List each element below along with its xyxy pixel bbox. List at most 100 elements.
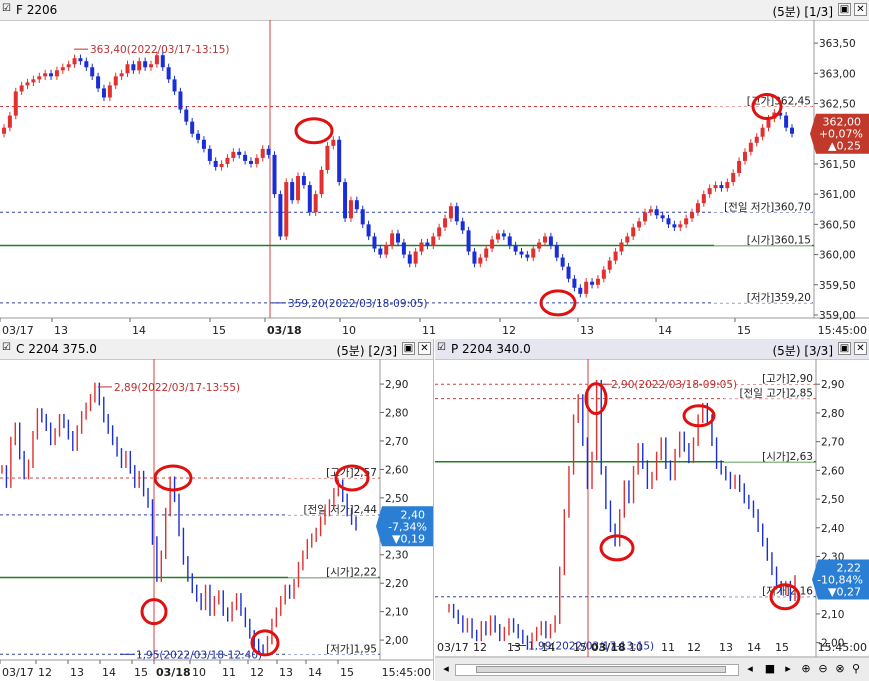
candle-body bbox=[548, 236, 553, 246]
candle-body bbox=[354, 200, 359, 210]
scroll-left-icon[interactable]: ◂ bbox=[439, 662, 453, 676]
reference-label: [시가]2,63 bbox=[762, 451, 813, 463]
search-icon[interactable]: ⚲ bbox=[849, 662, 863, 676]
candle-body bbox=[231, 151, 236, 158]
maximize-icon[interactable]: ▣ bbox=[402, 342, 415, 355]
x-tick-label: 13 bbox=[54, 324, 68, 337]
candle-body bbox=[149, 64, 154, 68]
x-tick-label: 14 bbox=[747, 641, 761, 654]
chart-scroll-toolbar: ◂ ◂ ■ ▸ ⊕ ⊖ ⊗ ⚲ bbox=[435, 657, 869, 681]
current-change: ▼0,27 bbox=[828, 585, 861, 598]
x-tick-label: 15 bbox=[737, 324, 751, 337]
time-label: 15:45:00 bbox=[818, 641, 867, 654]
stop-icon[interactable]: ■ bbox=[763, 662, 777, 676]
candle-body bbox=[507, 236, 512, 246]
zoom-reset-icon[interactable]: ⊗ bbox=[833, 662, 847, 676]
x-tick-label: 12 bbox=[250, 666, 264, 679]
x-tick-label: 12 bbox=[687, 641, 701, 654]
chart-f[interactable]: 363,50363,00362,50362,00361,50361,00360,… bbox=[0, 20, 869, 338]
candle-body bbox=[578, 287, 583, 294]
candle-body bbox=[19, 85, 24, 92]
candle-body bbox=[390, 233, 395, 246]
scroll-right-icon[interactable]: ◂ bbox=[743, 662, 757, 676]
candle-body bbox=[572, 278, 577, 288]
highlight-circle bbox=[294, 117, 334, 145]
candle-body bbox=[254, 157, 259, 164]
zoom-out-icon[interactable]: ⊖ bbox=[816, 662, 830, 676]
y-tick-label: 363,00 bbox=[819, 68, 856, 80]
y-tick-label: 2,60 bbox=[385, 464, 408, 476]
close-icon[interactable]: ✕ bbox=[854, 3, 867, 16]
x-tick-label: 03/18 bbox=[156, 666, 191, 679]
candle-body bbox=[466, 230, 471, 252]
candle-body bbox=[125, 64, 130, 74]
candle-body bbox=[7, 115, 12, 128]
candle-body bbox=[201, 139, 206, 149]
candle-body bbox=[307, 185, 312, 213]
candle-body bbox=[84, 61, 89, 68]
reference-label: [전일 저가]2,44 bbox=[303, 503, 377, 516]
candle-body bbox=[642, 212, 647, 222]
x-tick-label: 12 bbox=[38, 666, 52, 679]
scroll-thumb[interactable] bbox=[476, 666, 726, 673]
panel-checkbox[interactable]: ☑ bbox=[2, 343, 12, 353]
candle-body bbox=[595, 278, 600, 285]
y-tick-label: 2,60 bbox=[821, 465, 844, 477]
candle-body bbox=[78, 58, 83, 62]
candle-body bbox=[90, 67, 95, 77]
candle-body bbox=[248, 160, 253, 164]
candle-body bbox=[701, 194, 706, 204]
y-tick-label: 361,50 bbox=[819, 159, 856, 171]
candle-body bbox=[472, 251, 477, 264]
close-icon[interactable]: ✕ bbox=[854, 342, 867, 355]
scroll-end-icon[interactable]: ▸ bbox=[781, 662, 795, 676]
candle-body bbox=[607, 260, 612, 270]
annotation-label: 1,95(2022/03/18-12:40) bbox=[136, 649, 262, 661]
candle-body bbox=[460, 221, 465, 231]
candle-body bbox=[543, 236, 548, 243]
x-tick-label: 10 bbox=[629, 641, 643, 654]
candle-body bbox=[301, 176, 306, 186]
y-tick-label: 2,00 bbox=[385, 635, 408, 647]
candle-body bbox=[154, 55, 159, 65]
panel-p-put: ☑ P 2204 340.0 (5분) [3/3] ▣ ✕ 2,90 2,80 2,… bbox=[435, 339, 869, 657]
maximize-icon[interactable]: ▣ bbox=[838, 342, 851, 355]
y-tick-label: 359,50 bbox=[819, 280, 856, 292]
candle-body bbox=[166, 67, 171, 80]
candle-body bbox=[443, 218, 448, 228]
reference-label: [전일 고가]2,85 bbox=[739, 387, 813, 400]
y-tick-label: 361,00 bbox=[819, 189, 856, 201]
annotation-label: 359,20(2022/03/18-09:05) bbox=[288, 298, 428, 310]
candle-body bbox=[290, 182, 295, 201]
y-tick-label: 359,00 bbox=[819, 310, 856, 322]
candle-body bbox=[2, 127, 6, 134]
candle-body bbox=[66, 64, 71, 68]
y-tick-label: 363,50 bbox=[819, 38, 856, 50]
candle-body bbox=[790, 127, 794, 134]
candle-body bbox=[190, 121, 195, 134]
time-label: 15:45:00 bbox=[382, 666, 431, 679]
close-icon[interactable]: ✕ bbox=[418, 342, 431, 355]
panel-c-period: (5분) [2/3] bbox=[336, 344, 397, 358]
panel-checkbox[interactable]: ☑ bbox=[2, 4, 12, 14]
chart-p[interactable]: 2,902,802,702,602,502,402,302,202,102,00… bbox=[435, 359, 869, 657]
x-tick-label: 15 bbox=[340, 666, 354, 679]
candle-body bbox=[684, 218, 689, 225]
panel-f-titlebar: ☑ F 2206 (5분) [1/3] ▣ ✕ bbox=[0, 0, 869, 21]
scroll-track[interactable] bbox=[455, 664, 739, 676]
candle-body bbox=[737, 160, 742, 173]
panel-checkbox[interactable]: ☑ bbox=[437, 343, 447, 353]
candle-body bbox=[560, 257, 565, 267]
candle-body bbox=[513, 245, 518, 252]
candle-body bbox=[719, 185, 724, 189]
candle-body bbox=[72, 58, 77, 65]
annotation-label: 2,90(2022/03/18-09:05) bbox=[611, 379, 737, 391]
chart-c[interactable]: 2,902,802,702,602,502,402,302,202,102,00… bbox=[0, 359, 433, 680]
maximize-icon[interactable]: ▣ bbox=[838, 3, 851, 16]
reference-label: [시가]2,22 bbox=[326, 567, 377, 579]
candle-body bbox=[619, 242, 624, 252]
candle-body bbox=[725, 182, 730, 189]
x-tick-label: 14 bbox=[102, 666, 116, 679]
zoom-in-icon[interactable]: ⊕ bbox=[799, 662, 813, 676]
candle-body bbox=[384, 245, 389, 255]
